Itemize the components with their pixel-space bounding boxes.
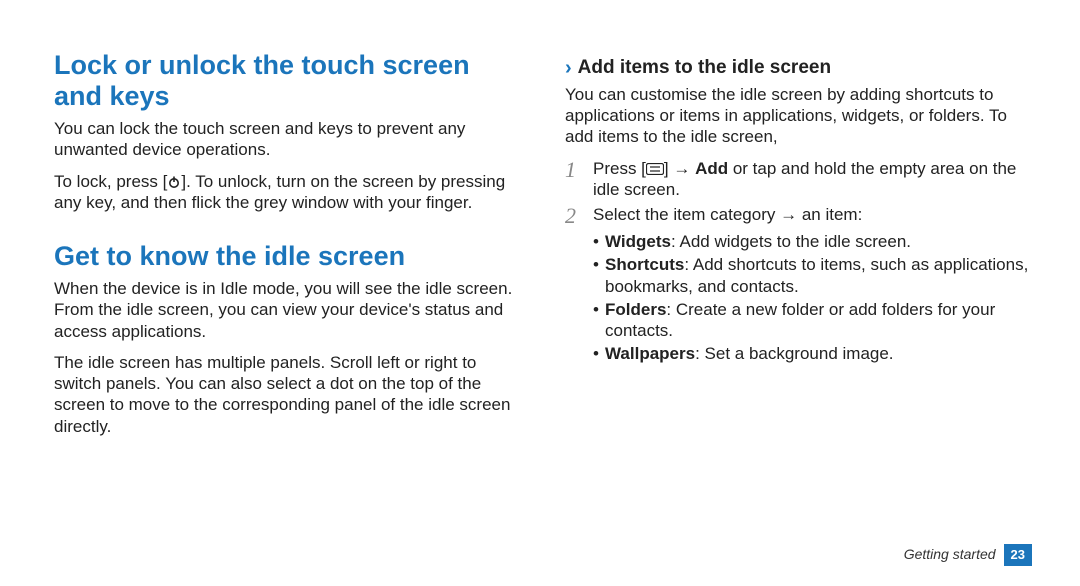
para-idle-panels: The idle screen has multiple panels. Scr… — [54, 352, 521, 437]
section-title: Getting started — [904, 546, 996, 564]
manual-page: Lock or unlock the touch screen and keys… — [0, 0, 1080, 540]
menu-icon — [646, 163, 664, 175]
para-idle-intro: When the device is in Idle mode, you wil… — [54, 278, 521, 342]
step-1: 1 Press [] → Add or tap and hold the emp… — [565, 158, 1032, 201]
para-lock-howto: To lock, press []. To unlock, turn on th… — [54, 171, 521, 214]
right-column: › Add items to the idle screen You can c… — [543, 50, 1032, 520]
step-body: Press [] → Add or tap and hold the empty… — [593, 158, 1032, 201]
step-number: 2 — [565, 204, 583, 227]
subheading-add-items: › Add items to the idle screen — [565, 56, 1032, 80]
step-2: 2 Select the item category → an item: — [565, 204, 1032, 227]
chevron-icon: › — [565, 58, 572, 78]
step-number: 1 — [565, 158, 583, 201]
item-category-list: Widgets: Add widgets to the idle screen.… — [565, 231, 1032, 365]
para-add-intro: You can customise the idle screen by add… — [565, 84, 1032, 148]
list-item: Folders: Create a new folder or add fold… — [593, 299, 1032, 342]
heading-idle-screen: Get to know the idle screen — [54, 241, 521, 272]
list-item: Widgets: Add widgets to the idle screen. — [593, 231, 1032, 252]
para-lock-intro: You can lock the touch screen and keys t… — [54, 118, 521, 161]
page-number-badge: 23 — [1004, 544, 1032, 566]
step-body: Select the item category → an item: — [593, 204, 1032, 227]
left-column: Lock or unlock the touch screen and keys… — [54, 50, 543, 520]
page-footer: Getting started 23 — [904, 544, 1032, 566]
list-item: Wallpapers: Set a background image. — [593, 343, 1032, 364]
power-icon — [167, 175, 181, 189]
list-item: Shortcuts: Add shortcuts to items, such … — [593, 254, 1032, 297]
heading-lock-unlock: Lock or unlock the touch screen and keys — [54, 50, 521, 112]
